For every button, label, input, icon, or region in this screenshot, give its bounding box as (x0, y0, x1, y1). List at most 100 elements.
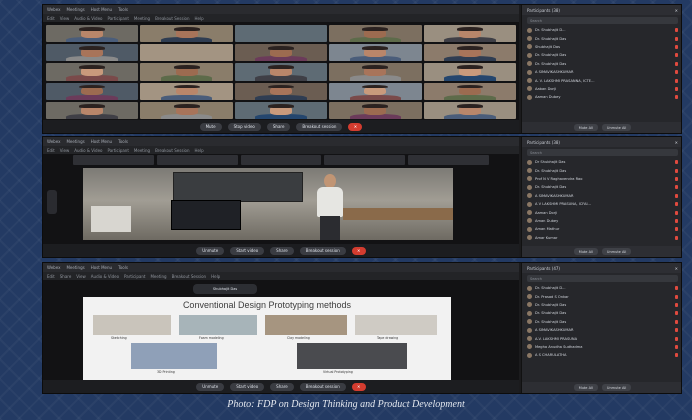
participant-video-tile[interactable] (46, 44, 139, 62)
tab-meetings[interactable]: Meetings (66, 7, 84, 12)
share-button[interactable]: Share (270, 246, 294, 255)
tab-tools[interactable]: Tools (118, 265, 128, 270)
participant-row[interactable]: A S CHARULATHA (522, 351, 681, 359)
menu-edit[interactable]: Edit (47, 274, 55, 279)
microphone-muted-icon[interactable] (675, 344, 678, 349)
stop-video-button[interactable]: Stop video (227, 122, 261, 131)
menu-share[interactable]: Share (60, 274, 72, 279)
participant-video-tile[interactable] (423, 25, 516, 43)
thumbnail-video[interactable] (324, 155, 406, 165)
participant-row[interactable]: Dr. Shubhajit D... (522, 284, 681, 292)
participant-video-tile[interactable] (329, 44, 422, 62)
microphone-muted-icon[interactable] (675, 185, 678, 190)
participant-video-tile[interactable] (234, 82, 328, 100)
microphone-muted-icon[interactable] (675, 353, 678, 358)
close-icon[interactable]: ✕ (675, 8, 678, 13)
microphone-muted-icon[interactable] (675, 78, 678, 83)
microphone-muted-icon[interactable] (675, 86, 678, 91)
menu-audio-video[interactable]: Audio & Video (74, 16, 102, 21)
participant-video-tile[interactable] (46, 25, 139, 43)
scroll-handle[interactable] (47, 190, 57, 214)
menu-audio-video[interactable]: Audio & Video (74, 148, 102, 153)
close-icon[interactable]: ✕ (675, 266, 678, 271)
menu-edit[interactable]: Edit (47, 148, 55, 153)
participant-search-input[interactable]: Search (527, 149, 678, 156)
breakout-session-button[interactable]: Breakout session (299, 246, 346, 255)
participant-video-tile[interactable] (234, 25, 328, 43)
participant-video-tile[interactable] (140, 44, 233, 62)
end-call-button[interactable]: ✕ (348, 122, 363, 131)
participant-row[interactable]: Dr. Shubhajit Das (522, 166, 681, 174)
participant-row[interactable]: Megha Anudha Sudhadma (522, 343, 681, 351)
microphone-muted-icon[interactable] (675, 160, 678, 165)
menu-view[interactable]: View (60, 148, 70, 153)
microphone-muted-icon[interactable] (675, 193, 678, 198)
menu-meeting[interactable]: Meeting (134, 16, 150, 21)
participant-video-tile[interactable] (423, 101, 516, 119)
mute-all-button[interactable]: Mute All (573, 124, 598, 131)
unmute-all-button[interactable]: Unmute All (601, 124, 632, 131)
end-call-button[interactable]: ✕ (351, 246, 366, 255)
tab-host-menu[interactable]: Host Menu (91, 7, 112, 12)
participant-search-input[interactable]: Search (527, 17, 678, 24)
microphone-muted-icon[interactable] (675, 286, 678, 291)
participant-row[interactable]: Dr Shubhajit Das (522, 158, 681, 166)
menu-meeting[interactable]: Meeting (134, 148, 150, 153)
participant-video-tile[interactable] (423, 63, 516, 81)
tab-meetings[interactable]: Meetings (66, 139, 84, 144)
menu-participant[interactable]: Participant (108, 148, 129, 153)
participant-row[interactable]: Dr. Shubhajit Das (522, 301, 681, 309)
microphone-muted-icon[interactable] (675, 210, 678, 215)
menu-audio-video[interactable]: Audio & Video (91, 274, 119, 279)
participant-row[interactable]: A SIMAVIKASHKUMAR (522, 326, 681, 334)
participant-row[interactable]: Dr. Shubhajit D... (522, 26, 681, 34)
menu-view[interactable]: View (76, 274, 86, 279)
participant-row[interactable]: A V LAKSHMI PRASUNA, ICFAI... (522, 200, 681, 208)
menu-help[interactable]: Help (195, 16, 204, 21)
microphone-muted-icon[interactable] (675, 336, 678, 341)
tab-meetings[interactable]: Meetings (66, 265, 84, 270)
participant-row[interactable]: Dr. Shubhajit Das (522, 183, 681, 191)
microphone-muted-icon[interactable] (675, 294, 678, 299)
unmute-all-button[interactable]: Unmute All (601, 384, 632, 391)
close-icon[interactable]: ✕ (675, 140, 678, 145)
menu-breakout-session[interactable]: Breakout Session (172, 274, 206, 279)
thumbnail-video[interactable] (408, 155, 489, 165)
participant-row[interactable]: A SIMAVIKASHKUMAR (522, 68, 681, 76)
microphone-muted-icon[interactable] (675, 319, 678, 324)
share-button[interactable]: Share (266, 122, 291, 131)
participant-row[interactable]: Aman Mathur (522, 225, 681, 233)
microphone-muted-icon[interactable] (675, 61, 678, 66)
participant-row[interactable]: A.V. LAKSHMI PRASUNA (522, 334, 681, 342)
participant-video-tile[interactable] (140, 101, 233, 119)
share-button[interactable]: Share (270, 382, 294, 391)
microphone-muted-icon[interactable] (675, 311, 678, 316)
participant-row[interactable]: Dr. Shubhajit Das (522, 51, 681, 59)
participant-row[interactable]: Dr. Shubhajit Das (522, 318, 681, 326)
unmute-button[interactable]: Unmute (196, 246, 225, 255)
microphone-muted-icon[interactable] (675, 227, 678, 232)
unmute-all-button[interactable]: Unmute All (601, 248, 632, 255)
participant-video-tile[interactable] (329, 101, 422, 119)
tab-host-menu[interactable]: Host Menu (91, 265, 112, 270)
breakout-session-button[interactable]: Breakout session (296, 122, 343, 131)
menu-view[interactable]: View (60, 16, 70, 21)
participant-row[interactable]: Dr. Shubhajit Das (522, 60, 681, 68)
participant-video-tile[interactable] (46, 101, 139, 119)
microphone-muted-icon[interactable] (675, 168, 678, 173)
tab-host-menu[interactable]: Host Menu (91, 139, 112, 144)
participant-video-tile[interactable] (234, 101, 328, 119)
participant-video-tile[interactable] (329, 63, 422, 81)
thumbnail-video[interactable] (156, 155, 238, 165)
thumbnail-video[interactable] (240, 155, 322, 165)
menu-meeting[interactable]: Meeting (150, 274, 166, 279)
microphone-muted-icon[interactable] (675, 28, 678, 33)
participant-row[interactable]: A. V. LAKSHMI PRASANNA, ICTE... (522, 76, 681, 84)
microphone-muted-icon[interactable] (675, 70, 678, 75)
microphone-muted-icon[interactable] (675, 218, 678, 223)
participant-video-tile[interactable] (46, 82, 139, 100)
participant-row[interactable]: Shubhajit Das (522, 43, 681, 51)
start-video-button[interactable]: Start video (230, 382, 265, 391)
menu-breakout-session[interactable]: Breakout Session (155, 148, 189, 153)
mute-all-button[interactable]: Mute All (573, 384, 598, 391)
